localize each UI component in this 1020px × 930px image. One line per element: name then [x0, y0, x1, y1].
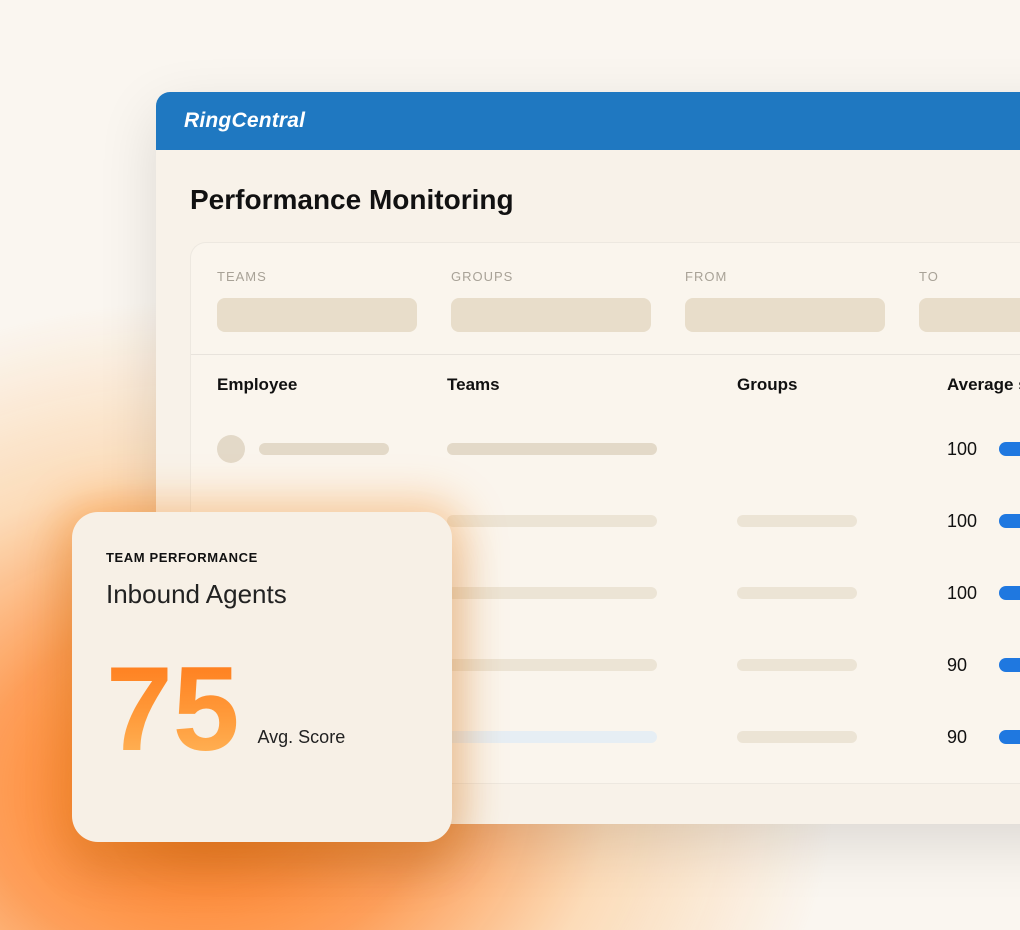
employee-name-placeholder	[259, 443, 389, 455]
card-title: Inbound Agents	[106, 579, 418, 610]
teams-placeholder	[447, 659, 657, 671]
score-value: 100	[947, 583, 983, 604]
filter-groups: GROUPS	[451, 269, 651, 332]
filter-from: FROM	[685, 269, 885, 332]
metric-value: 75	[106, 652, 239, 766]
filter-to-label: TO	[919, 269, 1020, 284]
filter-row: TEAMS GROUPS FROM TO	[217, 269, 1020, 332]
col-groups: Groups	[737, 375, 947, 395]
score-bar	[999, 586, 1020, 600]
groups-placeholder	[737, 731, 857, 743]
col-teams: Teams	[447, 375, 737, 395]
teams-placeholder	[447, 731, 657, 743]
filter-teams: TEAMS	[217, 269, 417, 332]
card-label: TEAM PERFORMANCE	[106, 550, 418, 565]
panel-divider	[191, 354, 1020, 355]
teams-placeholder	[447, 587, 657, 599]
filter-from-label: FROM	[685, 269, 885, 284]
score-value: 90	[947, 655, 983, 676]
teams-cell	[447, 659, 737, 671]
teams-placeholder	[447, 515, 657, 527]
col-avg-score: Average score	[947, 375, 1020, 395]
score-bar	[999, 442, 1020, 456]
filter-to: TO	[919, 269, 1020, 332]
score-cell: 90	[947, 727, 1020, 748]
brand-logo: RingCentral	[184, 109, 305, 133]
teams-cell	[447, 515, 737, 527]
groups-placeholder	[737, 659, 857, 671]
filter-teams-input[interactable]	[217, 298, 417, 332]
metric-sub: Avg. Score	[257, 727, 345, 766]
avatar	[217, 435, 245, 463]
groups-cell	[737, 731, 947, 743]
brand-text: RingCentral	[184, 109, 305, 132]
score-value: 100	[947, 439, 983, 460]
score-bar	[999, 730, 1020, 744]
filter-groups-label: GROUPS	[451, 269, 651, 284]
groups-cell	[737, 659, 947, 671]
score-value: 100	[947, 511, 983, 532]
employee-cell	[217, 435, 447, 463]
col-employee: Employee	[217, 375, 447, 395]
score-bar	[999, 514, 1020, 528]
groups-cell	[737, 515, 947, 527]
score-bar	[999, 658, 1020, 672]
table-header: Employee Teams Groups Average score	[217, 375, 1020, 413]
table-row[interactable]: 100	[217, 413, 1020, 485]
filter-to-input[interactable]	[919, 298, 1020, 332]
filter-teams-label: TEAMS	[217, 269, 417, 284]
groups-placeholder	[737, 515, 857, 527]
score-value: 90	[947, 727, 983, 748]
teams-cell	[447, 587, 737, 599]
score-cell: 100	[947, 439, 1020, 460]
groups-cell	[737, 587, 947, 599]
groups-placeholder	[737, 587, 857, 599]
teams-cell	[447, 731, 737, 743]
score-cell: 100	[947, 583, 1020, 604]
score-cell: 90	[947, 655, 1020, 676]
page-title: Performance Monitoring	[190, 184, 1020, 216]
card-metric: 75 Avg. Score	[106, 652, 418, 766]
filter-from-input[interactable]	[685, 298, 885, 332]
app-header: RingCentral	[156, 92, 1020, 150]
team-performance-card: TEAM PERFORMANCE Inbound Agents 75 Avg. …	[72, 512, 452, 842]
teams-cell	[447, 443, 737, 455]
filter-groups-input[interactable]	[451, 298, 651, 332]
score-cell: 100	[947, 511, 1020, 532]
teams-placeholder	[447, 443, 657, 455]
